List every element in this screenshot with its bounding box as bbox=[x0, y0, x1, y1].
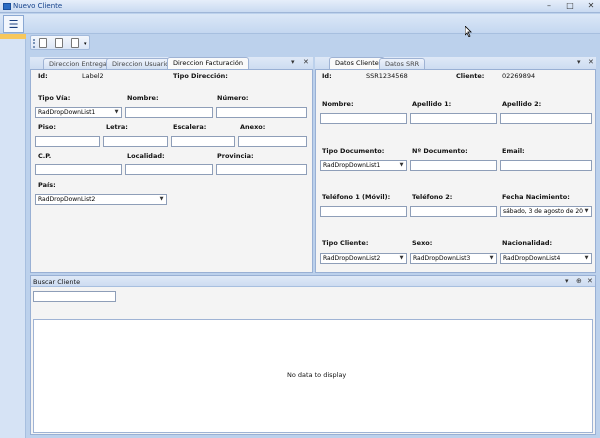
chevron-down-icon: ▼ bbox=[584, 255, 589, 261]
fecha-nacimiento-picker[interactable]: sábado, 3 de agosto de 20 ▼ bbox=[500, 206, 592, 217]
nombre-label: Nombre: bbox=[127, 94, 159, 102]
numero-label: Número: bbox=[217, 94, 249, 102]
tab-direccion-usuario[interactable]: Direccion Usuario bbox=[106, 58, 176, 69]
telefono2-input[interactable] bbox=[410, 206, 497, 217]
localidad-input[interactable] bbox=[125, 164, 213, 175]
letra-label: Letra: bbox=[106, 123, 128, 131]
letra-input[interactable] bbox=[103, 136, 168, 147]
app-icon bbox=[3, 3, 11, 10]
chevron-down-icon: ▼ bbox=[399, 255, 404, 261]
search-panel-pin-icon[interactable]: ⊕ bbox=[576, 277, 582, 285]
cp-label: C.P. bbox=[38, 152, 52, 160]
buscar-cliente-title: Buscar Cliente bbox=[33, 278, 81, 286]
num-documento-label: Nº Documento: bbox=[412, 147, 468, 155]
escalera-input[interactable] bbox=[171, 136, 235, 147]
hamburger-icon: ☰ bbox=[8, 17, 19, 31]
search-panel-close-icon[interactable]: ✕ bbox=[587, 277, 593, 285]
fecha-nacimiento-label: Fecha Nacimiento: bbox=[502, 193, 570, 201]
sidebar-selected-indicator bbox=[0, 34, 26, 39]
window-title-bar bbox=[0, 0, 600, 13]
apellido2-label: Apellido 2: bbox=[502, 100, 542, 108]
toolbar-grip[interactable] bbox=[33, 39, 35, 48]
search-panel-menu-icon[interactable]: ▾ bbox=[565, 277, 569, 285]
new-document-icon[interactable] bbox=[55, 38, 63, 48]
provincia-input[interactable] bbox=[216, 164, 307, 175]
cp-input[interactable] bbox=[35, 164, 122, 175]
cliente-nombre-input[interactable] bbox=[320, 113, 407, 124]
telefono1-input[interactable] bbox=[320, 206, 407, 217]
hamburger-menu-button[interactable]: ☰ bbox=[3, 15, 24, 33]
mouse-cursor-icon bbox=[465, 26, 472, 37]
window-title: Nuevo Cliente bbox=[13, 2, 63, 10]
search-input[interactable] bbox=[33, 291, 116, 302]
tipo-documento-dropdown[interactable]: RadDropDownList1 ▼ bbox=[320, 160, 407, 171]
cliente-id-label: Id: bbox=[322, 72, 332, 80]
id-label: Id: bbox=[38, 72, 48, 80]
telefono1-label: Teléfono 1 (Móvil): bbox=[322, 193, 391, 201]
escalera-label: Escalera: bbox=[173, 123, 207, 131]
close-window-button[interactable]: ✕ bbox=[583, 0, 599, 12]
maximize-button[interactable]: □ bbox=[562, 0, 578, 12]
pais-label: País: bbox=[38, 181, 56, 189]
navigation-sidebar bbox=[0, 34, 26, 438]
grid-empty-message: No data to display bbox=[287, 371, 347, 379]
tab-datos-srr[interactable]: Datos SRR bbox=[379, 58, 426, 69]
email-label: Email: bbox=[502, 147, 525, 155]
tab-direccion-entrega[interactable]: Direccion Entrega bbox=[43, 58, 113, 69]
nacionalidad-dropdown[interactable]: RadDropDownList4 ▼ bbox=[500, 253, 592, 264]
tipo-direccion-label: Tipo Dirección: bbox=[173, 72, 228, 80]
toolbar-overflow-icon[interactable]: ▾ bbox=[84, 41, 87, 47]
apellido2-input[interactable] bbox=[500, 113, 592, 124]
localidad-label: Localidad: bbox=[127, 152, 165, 160]
chevron-down-icon: ▼ bbox=[584, 208, 589, 214]
telefono2-label: Teléfono 2: bbox=[412, 193, 453, 201]
tab-datos-cliente[interactable]: Datos Cliente bbox=[329, 57, 385, 69]
tipo-via-dropdown[interactable]: RadDropDownList1 ▼ bbox=[35, 107, 122, 118]
num-documento-input[interactable] bbox=[410, 160, 497, 171]
document-toolbar: ▾ bbox=[30, 35, 90, 50]
nombre-input[interactable] bbox=[125, 107, 213, 118]
sexo-label: Sexo: bbox=[412, 239, 433, 247]
tipo-cliente-dropdown[interactable]: RadDropDownList2 ▼ bbox=[320, 253, 407, 264]
nacionalidad-label: Nacionalidad: bbox=[502, 239, 553, 247]
new-document-icon[interactable] bbox=[71, 38, 79, 48]
cliente-label: Cliente: bbox=[456, 72, 485, 80]
apellido1-label: Apellido 1: bbox=[412, 100, 452, 108]
chevron-down-icon: ▼ bbox=[114, 109, 119, 115]
buscar-cliente-header bbox=[31, 276, 595, 287]
minimize-button[interactable]: – bbox=[541, 0, 557, 12]
left-panel-menu-icon[interactable]: ▾ bbox=[291, 58, 295, 66]
piso-input[interactable] bbox=[35, 136, 100, 147]
right-panel-menu-icon[interactable]: ▾ bbox=[577, 58, 581, 66]
numero-input[interactable] bbox=[216, 107, 307, 118]
tab-direccion-facturacion[interactable]: Direccion Facturación bbox=[167, 57, 249, 69]
cliente-id-value: SSR1234568 bbox=[366, 72, 408, 80]
new-document-icon[interactable] bbox=[39, 38, 47, 48]
left-panel-close-icon[interactable]: ✕ bbox=[303, 58, 309, 66]
cliente-value: 02269894 bbox=[502, 72, 536, 80]
apellido1-input[interactable] bbox=[410, 113, 497, 124]
provincia-label: Provincia: bbox=[217, 152, 254, 160]
chevron-down-icon: ▼ bbox=[159, 196, 164, 202]
right-panel-close-icon[interactable]: ✕ bbox=[588, 58, 594, 66]
id-value: Label2 bbox=[82, 72, 104, 80]
tipo-cliente-label: Tipo Cliente: bbox=[322, 239, 369, 247]
pais-dropdown[interactable]: RadDropDownList2 ▼ bbox=[35, 194, 167, 205]
piso-label: Piso: bbox=[38, 123, 56, 131]
anexo-input[interactable] bbox=[238, 136, 307, 147]
chevron-down-icon: ▼ bbox=[399, 162, 404, 168]
chevron-down-icon: ▼ bbox=[489, 255, 494, 261]
sexo-dropdown[interactable]: RadDropDownList3 ▼ bbox=[410, 253, 497, 264]
tipo-via-label: Tipo Vía: bbox=[38, 94, 71, 102]
tipo-documento-label: Tipo Documento: bbox=[322, 147, 385, 155]
email-input[interactable] bbox=[500, 160, 592, 171]
menu-strip bbox=[0, 14, 600, 34]
cliente-nombre-label: Nombre: bbox=[322, 100, 354, 108]
anexo-label: Anexo: bbox=[240, 123, 266, 131]
